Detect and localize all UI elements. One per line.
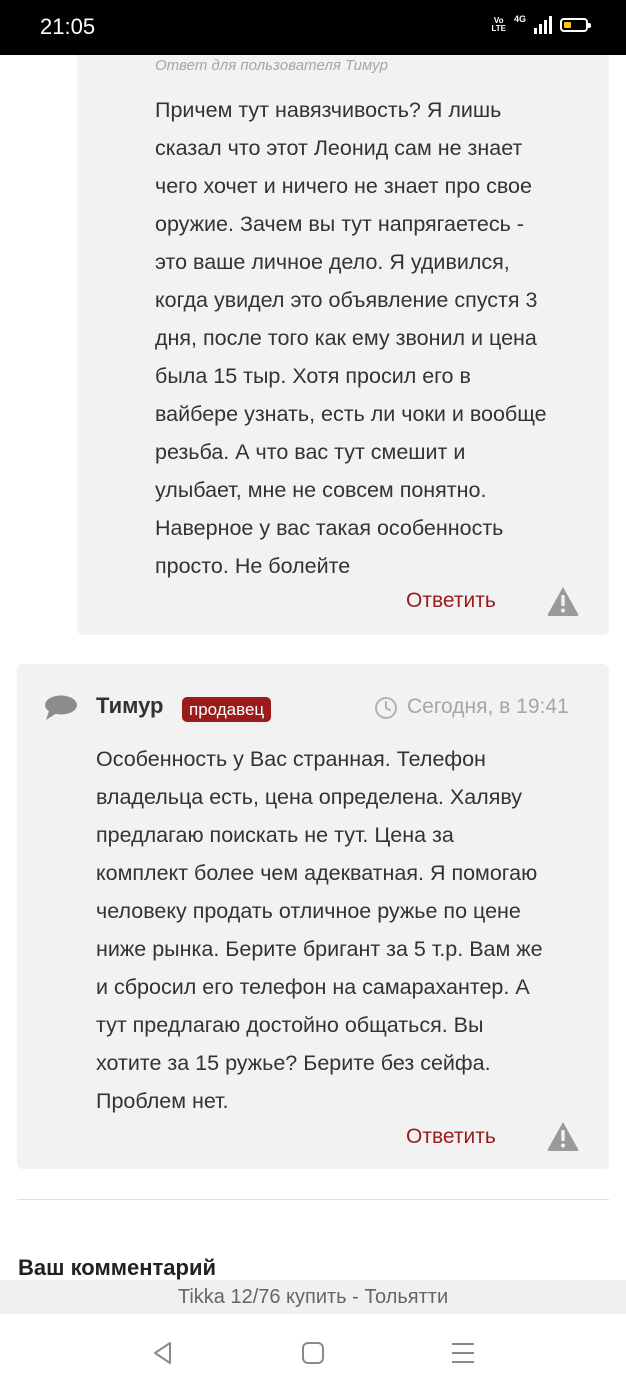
author-name[interactable]: Тимур [96, 693, 164, 719]
status-time: 21:05 [40, 14, 96, 39]
comment-date: Сегодня, в 19:41 [407, 695, 569, 718]
comment-icon [45, 695, 77, 720]
warning-icon[interactable] [546, 1120, 580, 1152]
back-icon[interactable] [150, 1340, 176, 1366]
warning-icon[interactable] [546, 585, 580, 617]
status-bar: 21:05 Vo LTE 4G [0, 0, 626, 55]
status-icons: Vo LTE 4G [491, 14, 591, 34]
reply-comment-card: Ответ для пользователя Тимур Причем тут … [77, 55, 609, 635]
signal-icon [534, 16, 552, 34]
battery-icon [560, 18, 591, 32]
url-bar[interactable]: Tikka 12/76 купить - Тольятти [0, 1280, 626, 1314]
navigation-bar [0, 1314, 626, 1391]
reply-to-label: Ответ для пользователя Тимур [155, 57, 388, 74]
seller-badge: продавец [182, 697, 272, 722]
clock-icon [375, 697, 397, 719]
page-title: Tikka 12/76 купить - Тольятти [177, 1286, 449, 1308]
home-icon[interactable] [300, 1340, 326, 1366]
menu-icon[interactable] [450, 1340, 476, 1366]
volte-icon: Vo LTE [491, 16, 506, 33]
divider [17, 1199, 609, 1200]
reply-button[interactable]: Ответить [406, 589, 496, 613]
comment-text: Особенность у Вас странная. Телефон влад… [96, 747, 543, 1113]
comment-text: Причем тут навязчивость? Я лишь сказал ч… [155, 98, 547, 578]
battery-fill [564, 22, 571, 28]
network-type: 4G [513, 14, 526, 24]
comment-card: Тимур продавец Сегодня, в 19:41 Особенно… [17, 664, 609, 1169]
reply-button[interactable]: Ответить [406, 1125, 496, 1149]
comment-form-heading: Ваш комментарий [18, 1255, 217, 1280]
